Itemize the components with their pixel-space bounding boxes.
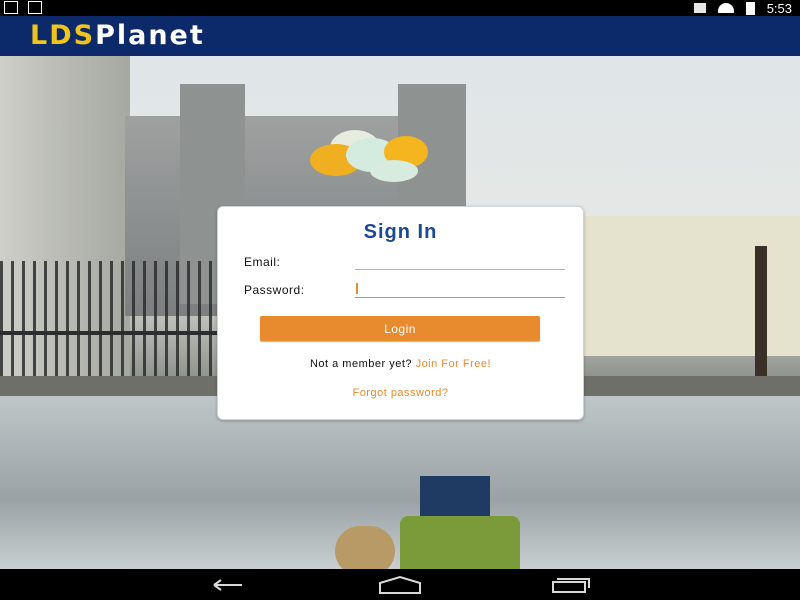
password-field[interactable] xyxy=(355,279,565,298)
email-label: Email: xyxy=(244,255,281,269)
member-prompt: Not a member yet? xyxy=(309,358,412,370)
sign-in-card: Sign In Email: Password: Login Not a mem… xyxy=(217,206,584,420)
bg-person-hair xyxy=(335,526,395,569)
bg-person-legs xyxy=(420,476,490,516)
logo-lds: LDS xyxy=(30,20,96,51)
bg-fence-rail xyxy=(0,331,230,335)
app-logo: LDSPlanet xyxy=(30,20,205,51)
wifi-icon xyxy=(717,3,734,13)
bg-person-reflection xyxy=(335,476,580,569)
status-left xyxy=(4,1,42,14)
recent-apps-icon[interactable] xyxy=(549,577,593,593)
status-time: 5:53 xyxy=(766,0,792,16)
back-icon[interactable] xyxy=(208,578,248,592)
bg-fence xyxy=(0,261,230,386)
forgot-password-link[interactable]: Forgot password? xyxy=(218,387,583,399)
member-prompt-line: Not a member yet? Join For Free! xyxy=(218,358,583,370)
email-field[interactable] xyxy=(355,251,565,270)
logo-planet: Planet xyxy=(95,20,205,51)
download-icon xyxy=(4,1,18,14)
battery-icon xyxy=(745,1,755,15)
sign-in-title: Sign In xyxy=(363,221,438,243)
airplane-icon xyxy=(693,3,706,13)
bg-person-shirt xyxy=(400,516,520,569)
login-button[interactable]: Login xyxy=(260,316,540,341)
navigation-bar xyxy=(0,569,800,600)
status-bar: 5:53 xyxy=(0,0,800,16)
app-bar: LDSPlanet xyxy=(0,16,800,57)
status-right: 5:53 xyxy=(693,0,792,16)
balloon xyxy=(370,160,418,182)
join-link[interactable]: Join For Free! xyxy=(416,358,491,370)
home-icon[interactable] xyxy=(376,575,424,595)
text-cursor xyxy=(356,283,358,294)
bg-tree xyxy=(755,246,767,376)
password-label: Password: xyxy=(244,283,305,297)
bg-wall xyxy=(580,216,800,356)
image-icon xyxy=(28,1,42,14)
